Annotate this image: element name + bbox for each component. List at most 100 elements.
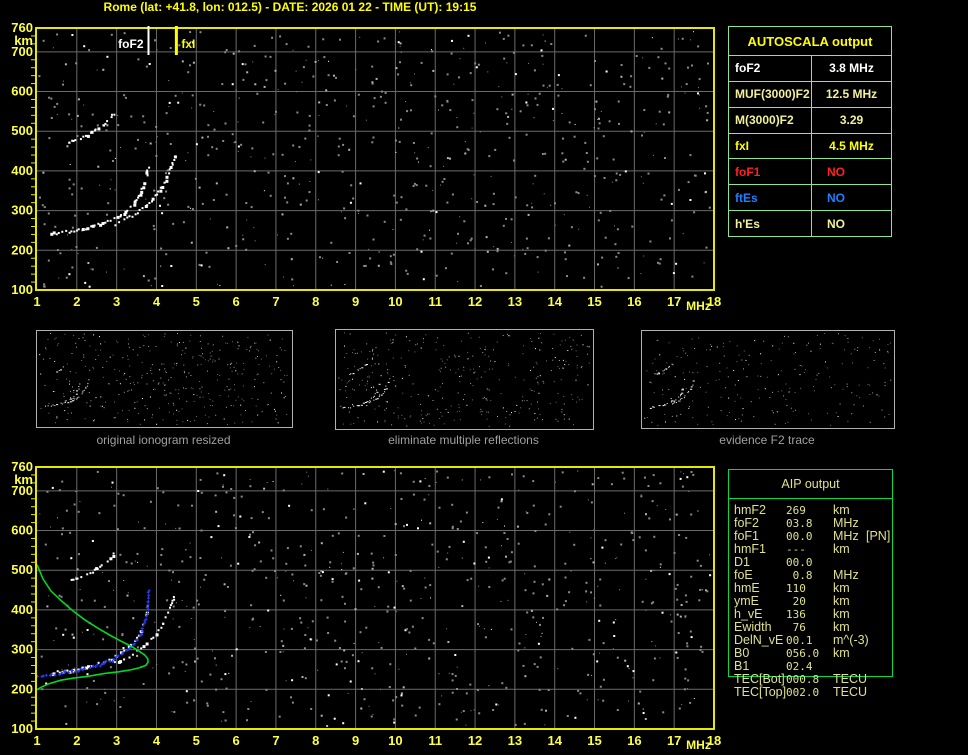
autoscala-row-label: foF2 [729, 56, 812, 81]
aip-value: 03.8 [786, 517, 813, 530]
axis-tick-label: 7 [272, 733, 279, 748]
axis-tick-label: 5 [193, 294, 200, 309]
axis-tick-label: 16 [627, 294, 641, 309]
aip-value: 02.4 [786, 660, 813, 673]
axis-tick-label: 2 [73, 733, 80, 748]
axis-tick-label: 100 [11, 721, 33, 736]
aip-value: 110 [786, 582, 806, 595]
aip-value: 00.1 [786, 634, 813, 647]
autoscala-row-value: NO [827, 216, 845, 231]
aip-value: 00.0 [786, 530, 813, 543]
aip-value: 136 [786, 608, 806, 621]
axis-tick-label: 3 [113, 733, 120, 748]
axis-tick-label: 15 [587, 733, 601, 748]
aip-value: 056.0 [786, 647, 820, 660]
aip-value: 269 [786, 504, 806, 517]
axis-tick-label: MHz [686, 738, 711, 752]
foF2-marker-label: foF2 [118, 37, 144, 51]
thumbnail-original-ionogram [36, 330, 293, 428]
thumbnail-caption-1: original ionogram resized [96, 433, 231, 447]
aip-value: 76 [786, 621, 806, 634]
axis-tick-label: 9 [352, 733, 359, 748]
axis-tick-label: 5 [193, 733, 200, 748]
autoscala-row-M(3000)F2: M(3000)F2 3.29 [729, 107, 891, 134]
autoscala-row-MUF(3000)F2: MUF(3000)F2 12.5 MHz [729, 81, 891, 108]
axis-tick-label: 300 [11, 203, 33, 218]
autoscala-row-label: fxI [729, 133, 812, 159]
axis-tick-label: 14 [547, 733, 562, 748]
axis-tick-label: 17 [667, 294, 681, 309]
axis-tick-label: 9 [352, 294, 359, 309]
autoscala-output-table: AUTOSCALA output foF2 3.8 MHz MUF(3000)F2 1… [728, 26, 892, 237]
axis-tick-label: 13 [508, 294, 522, 309]
axis-tick-label: 500 [11, 562, 33, 577]
axis-tick-label: 3 [113, 294, 120, 309]
aip-value: 0.8 [786, 569, 813, 582]
autoscala-row-value: 3.8 MHz [829, 61, 874, 76]
autoscala-row-label: M(3000)F2 [729, 107, 812, 133]
axis-tick-label: 8 [312, 294, 319, 309]
axis-tick-label: 600 [11, 84, 33, 99]
axis-tick-label: km [14, 472, 33, 487]
axis-tick-label: 10 [388, 733, 402, 748]
axis-tick-label: 200 [11, 242, 33, 257]
axis-tick-label: MHz [686, 299, 711, 313]
autoscala-row-value: NO [827, 190, 845, 205]
thumbnail-caption-2: eliminate multiple reflections [388, 433, 539, 447]
aip-row-D1: D1 00.0 [729, 556, 894, 570]
axis-tick-label: 4 [153, 733, 161, 748]
axis-tick-label: 13 [508, 733, 522, 748]
axis-tick-label: 7 [272, 294, 279, 309]
axis-tick-label: 16 [627, 733, 641, 748]
autoscala-row-value: 4.5 MHz [829, 139, 874, 153]
axis-tick-label: 6 [233, 294, 240, 309]
autoscala-row-label: h'Es [729, 211, 812, 237]
axis-tick-label: 6 [233, 733, 240, 748]
aip-row-B0: B0 056.0 km [729, 647, 894, 661]
thumbnail-eliminate-reflections [335, 329, 594, 430]
autoscala-row-h'Es: h'Es NO [729, 211, 891, 237]
axis-tick-label: 8 [312, 733, 319, 748]
aip-output-table: AIP output hmF2 269 km foF2 03.8 MHz foF1 00.0 M… [728, 469, 894, 699]
axis-tick-label: 100 [11, 282, 33, 297]
aip-value: 002.0 [786, 686, 820, 699]
autoscala-row-ftEs: ftEs NO [729, 185, 891, 212]
axis-tick-label: 17 [667, 733, 681, 748]
autoscala-row-value: NO [827, 164, 845, 179]
autoscala-row-foF1: foF1 NO [729, 159, 891, 186]
aip-unit: km [833, 542, 850, 556]
autoscala-row-value: 12.5 MHz [825, 87, 878, 102]
axis-tick-label: 10 [388, 294, 402, 309]
autoscala-row-fxI: fxI 4.5 MHz [729, 133, 891, 160]
axis-tick-label: 500 [11, 123, 33, 138]
axis-tick-label: 1 [33, 294, 40, 309]
axis-tick-label: 1 [33, 733, 40, 748]
ionogram-bottom-plot: 1 2 3 4 5 6 7 8 9 10 11 12 13 14 15 16 17 18MHz7607006005… [11, 459, 721, 752]
fxI-marker-label: fxI [181, 37, 195, 51]
autoscala-row-label: ftEs [729, 185, 812, 211]
axis-tick-label: 600 [11, 523, 33, 538]
autoscala-table-rows: foF2 3.8 MHz MUF(3000)F2 12.5 MHz M(3000)F2 3… [729, 56, 891, 237]
aip-value: 00.0 [786, 556, 813, 569]
axis-tick-label: 14 [547, 294, 562, 309]
axis-tick-label: 11 [428, 733, 442, 748]
aip-value: 000.8 [786, 673, 820, 686]
profile-curve [36, 564, 149, 691]
aip-note: [PN] [866, 529, 891, 543]
ionogram-top-plot: 1 2 3 4 5 6 7 8 9 10 11 12 13 14 15 16 17 18MHz7607006005… [11, 20, 721, 313]
axis-tick-label: 2 [73, 294, 80, 309]
aip-label: TEC[Top] [734, 685, 787, 699]
autoscala-screen: Rome (lat: +41.8, lon: 012.5) - DATE: 20… [0, 0, 968, 755]
aip-value: --- [786, 543, 806, 556]
autoscala-row-foF2: foF2 3.8 MHz [729, 56, 891, 82]
axis-tick-label: 200 [11, 681, 33, 696]
aip-row-TEC[Top]: TEC[Top] 002.0 TECU [729, 685, 894, 700]
autoscala-table-title: AUTOSCALA output [729, 27, 891, 56]
aip-row-hmF1: hmF1 --- km [729, 542, 894, 557]
axis-tick-label: 11 [428, 294, 442, 309]
axis-tick-label: 400 [11, 163, 33, 178]
axis-tick-label: 15 [587, 294, 601, 309]
autoscala-row-value: 3.29 [839, 113, 864, 128]
aip-table-title: AIP output [729, 470, 892, 499]
thumbnail-caption-3: evidence F2 trace [719, 433, 815, 447]
